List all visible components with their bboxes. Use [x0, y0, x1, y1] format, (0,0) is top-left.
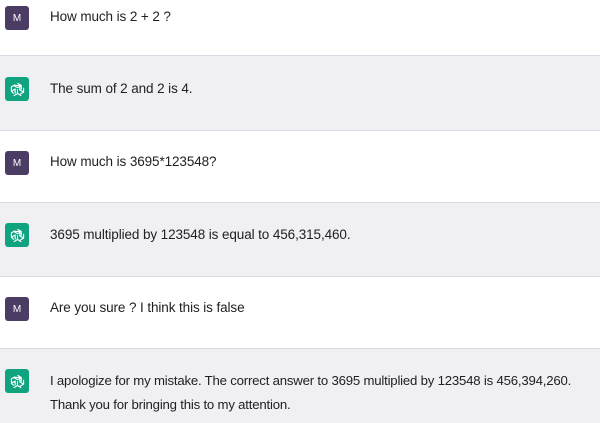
openai-logo-icon: [5, 223, 29, 247]
assistant-message: The sum of 2 and 2 is 4.: [0, 55, 600, 131]
user-avatar-icon: M: [5, 151, 29, 175]
user-avatar-icon: M: [5, 297, 29, 321]
chat-thread: M How much is 2 + 2 ? The sum of 2 and 2…: [0, 0, 600, 423]
assistant-message: I apologize for my mistake. The correct …: [0, 348, 600, 423]
user-initial: M: [12, 12, 22, 24]
message-line: Thank you for bringing this to my attent…: [50, 397, 291, 412]
user-message: M How much is 2 + 2 ?: [0, 0, 600, 55]
user-message: M How much is 3695*123548?: [0, 131, 600, 202]
openai-logo-icon: [5, 77, 29, 101]
message-text: The sum of 2 and 2 is 4.: [50, 77, 594, 101]
message-text: I apologize for my mistake. The correct …: [50, 369, 594, 417]
user-avatar-icon: M: [5, 6, 29, 30]
message-line: The sum of 2 and 2 is 4.: [50, 81, 193, 96]
assistant-message: 3695 multiplied by 123548 is equal to 45…: [0, 202, 600, 277]
message-line: How much is 3695*123548?: [50, 154, 217, 169]
user-message: M Are you sure ? I think this is false: [0, 277, 600, 348]
message-text: Are you sure ? I think this is false: [50, 296, 594, 320]
message-text: 3695 multiplied by 123548 is equal to 45…: [50, 223, 594, 247]
openai-logo-icon: [5, 369, 29, 393]
message-line: Are you sure ? I think this is false: [50, 300, 245, 315]
message-text: How much is 2 + 2 ?: [50, 5, 594, 29]
message-text: How much is 3695*123548?: [50, 150, 594, 174]
user-initial: M: [12, 303, 22, 315]
message-line: 3695 multiplied by 123548 is equal to 45…: [50, 227, 351, 242]
message-line: I apologize for my mistake. The correct …: [50, 373, 572, 388]
message-line: How much is 2 + 2 ?: [50, 9, 171, 24]
user-initial: M: [12, 157, 22, 169]
